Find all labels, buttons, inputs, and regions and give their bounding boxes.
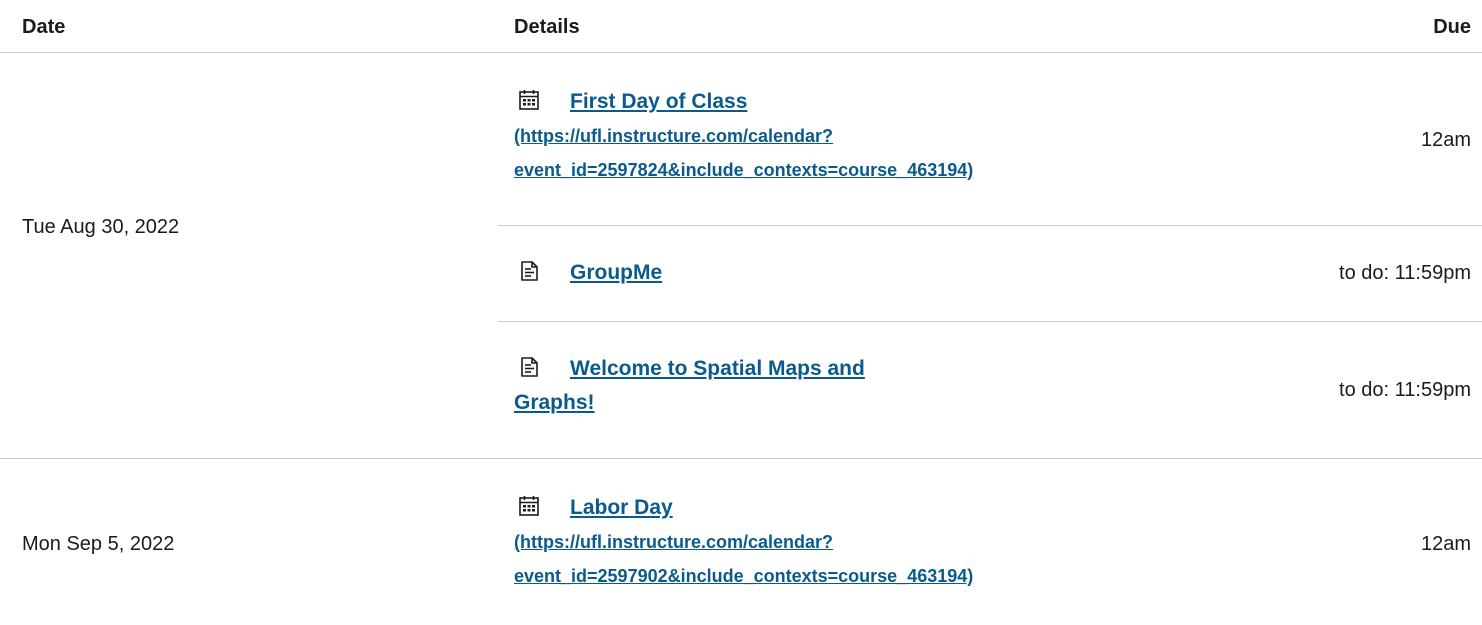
due-cell: to do: 11:59pm <box>1339 262 1471 284</box>
document-icon <box>521 357 538 377</box>
due-cell: 12am <box>1420 533 1471 555</box>
event-title-link[interactable]: First Day of Class <box>570 90 747 113</box>
table-row: GroupMe to do: 11:59pm <box>498 226 1482 322</box>
syllabus-table: Date Details Due Tue Aug 30, 2022 First … <box>0 0 1482 625</box>
table-row: Labor Day (https://ufl.instructure.com/c… <box>498 459 1482 625</box>
event-url-link[interactable]: (https://ufl.instructure.com/calendar? e… <box>514 525 1174 593</box>
table-header: Date Details Due <box>0 0 1482 53</box>
date-cell: Mon Sep 5, 2022 <box>22 533 175 555</box>
event-url-link[interactable]: (https://ufl.instructure.com/calendar? e… <box>514 119 1174 187</box>
table-row: Welcome to Spatial Maps and Graphs! to do… <box>498 322 1482 459</box>
column-header-details: Details <box>514 16 580 38</box>
document-icon <box>521 261 538 281</box>
due-cell: to do: 11:59pm <box>1339 379 1471 401</box>
event-url-line: (https://ufl.instructure.com/calendar? <box>514 126 834 146</box>
event-url-line: (https://ufl.instructure.com/calendar? <box>514 532 834 552</box>
event-url-line: event_id=2597902&include_contexts=course… <box>514 566 974 586</box>
due-cell: 12am <box>1420 129 1471 151</box>
column-header-due: Due <box>1433 16 1471 38</box>
event-title-link[interactable]: Labor Day <box>570 496 673 519</box>
table-row: First Day of Class (https://ufl.instruct… <box>498 53 1482 226</box>
column-header-date: Date <box>22 16 66 38</box>
assignment-title-line: Graphs! <box>514 391 595 414</box>
event-details: GroupMe <box>514 256 1174 290</box>
event-url-line: event_id=2597824&include_contexts=course… <box>514 160 974 180</box>
event-details: First Day of Class (https://ufl.instruct… <box>514 85 1174 187</box>
assignment-title-link[interactable]: GroupMe <box>570 261 662 284</box>
event-details: Welcome to Spatial Maps and Graphs! <box>514 352 1174 420</box>
date-group: Mon Sep 5, 2022 Labor Day (https://ufl.i… <box>0 459 1482 625</box>
calendar-icon <box>519 496 539 516</box>
date-cell: Tue Aug 30, 2022 <box>22 216 180 238</box>
date-group: Tue Aug 30, 2022 First Day of Class (htt… <box>0 53 1482 459</box>
assignment-title-link[interactable]: Welcome to Spatial Maps and Graphs! <box>514 357 865 414</box>
event-details: Labor Day (https://ufl.instructure.com/c… <box>514 491 1174 593</box>
calendar-icon <box>519 90 539 110</box>
assignment-title-line: Welcome to Spatial Maps and <box>570 357 865 380</box>
